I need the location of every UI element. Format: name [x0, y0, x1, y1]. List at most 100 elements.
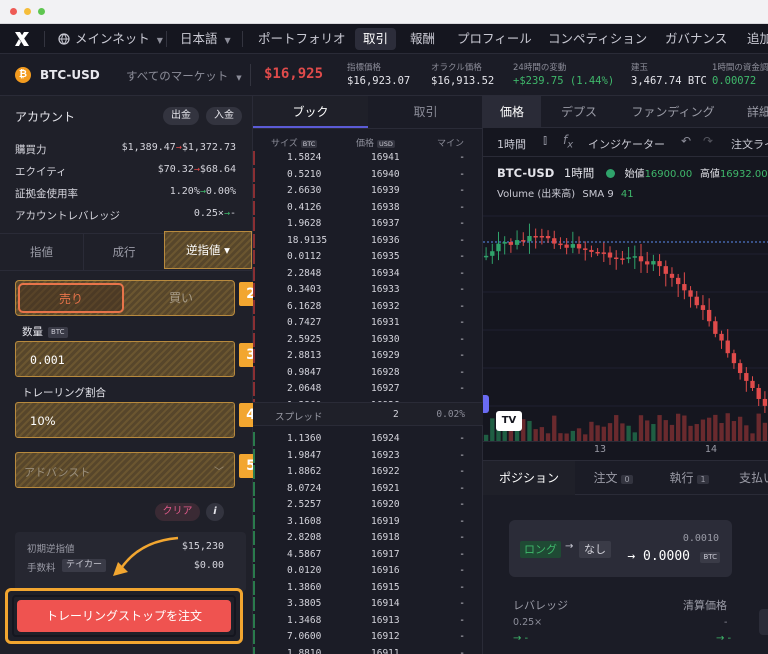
indicators-button[interactable]: インジケーター	[588, 136, 665, 152]
language-selector[interactable]: 日本語 ▼	[180, 24, 231, 54]
tab-book[interactable]: ブック	[253, 96, 368, 128]
tab-orders-label: 注文	[593, 471, 618, 485]
nav-divider	[242, 31, 243, 47]
ask-row[interactable]: 1.9628 16937 -	[253, 216, 483, 233]
bid-row[interactable]: 2.5257 16920 -	[253, 497, 483, 514]
ask-row[interactable]: 0.3403 16933 -	[253, 282, 483, 299]
stat-label: 24時間の変動	[513, 63, 567, 73]
tradingview-logo-icon[interactable]: TV	[496, 411, 522, 431]
col-size-label: サイズ	[271, 139, 298, 149]
bid-row[interactable]: 3.3805 16914 -	[253, 596, 483, 613]
bid-price: 16917	[371, 548, 400, 560]
panel-resize-handle[interactable]	[483, 395, 489, 413]
bid-row[interactable]: 3.1608 16919 -	[253, 514, 483, 531]
bid-row[interactable]: 1.3860 16915 -	[253, 580, 483, 597]
close-window-button[interactable]	[10, 8, 17, 15]
ask-row[interactable]: 6.1628 16932 -	[253, 299, 483, 316]
ask-price: 16932	[371, 300, 400, 312]
bid-row[interactable]: 1.1360 16924 -	[253, 431, 483, 448]
minimize-window-button[interactable]	[24, 8, 31, 15]
ask-price: 16938	[371, 201, 400, 213]
all-markets-dropdown[interactable]: すべてのマーケット ▼	[126, 68, 242, 84]
info-icon[interactable]: i	[206, 503, 224, 521]
bid-row[interactable]: 1.8862 16922 -	[253, 464, 483, 481]
bid-row[interactable]: 1.9847 16923 -	[253, 448, 483, 465]
tab-payments[interactable]: 支払い	[739, 461, 768, 495]
tab-positions[interactable]: ポジション	[483, 461, 575, 495]
ask-price: 16929	[371, 350, 400, 361]
buy-button[interactable]: 買い	[128, 283, 234, 313]
bid-row[interactable]: 1.8810 16911 -	[253, 646, 483, 654]
candle-body	[552, 238, 557, 244]
tab-price[interactable]: 価格	[483, 96, 541, 128]
network-selector[interactable]: メインネット ▼	[75, 24, 163, 54]
bid-row[interactable]: 2.8208 16918 -	[253, 530, 483, 547]
candlestick-chart[interactable]	[483, 196, 768, 441]
volume-bar	[706, 417, 712, 441]
nav-trade[interactable]: 取引	[355, 28, 397, 50]
nav-competition[interactable]: コンペティション	[548, 24, 647, 54]
ask-row[interactable]: 0.7427 16931 -	[253, 315, 483, 332]
tab-orders[interactable]: 注文 0	[575, 461, 651, 495]
candle-body	[744, 373, 749, 381]
deposit-button[interactable]: 入金	[206, 107, 242, 125]
tab-funding[interactable]: ファンディング	[617, 96, 729, 128]
tab-depth[interactable]: デプス	[541, 96, 617, 128]
trailing-percent-input[interactable]: 10%	[15, 402, 235, 438]
withdraw-button[interactable]: 出金	[163, 107, 199, 125]
tab-fills[interactable]: 執行 1	[651, 461, 727, 495]
ask-row[interactable]: 0.9847 16928 -	[253, 365, 483, 382]
tab-market[interactable]: 成行	[84, 234, 164, 270]
market-symbol[interactable]: BTC-USD	[40, 68, 100, 82]
place-trailing-stop-button[interactable]: トレーリングストップを注文	[17, 600, 231, 632]
ask-price: 16931	[371, 317, 400, 328]
ask-size: 1.9628	[287, 218, 322, 229]
bid-row[interactable]: 7.0600 16912 -	[253, 629, 483, 646]
interval-button[interactable]: 1時間	[497, 136, 526, 152]
clear-button[interactable]: クリア	[155, 503, 200, 521]
depth-bar	[253, 167, 255, 182]
tab-limit[interactable]: 指値	[0, 234, 83, 270]
ask-row[interactable]: 2.0648 16927 -	[253, 381, 483, 398]
advanced-dropdown[interactable]: アドバンスト ﹀	[15, 452, 235, 488]
nav-more[interactable]: 追加	[747, 24, 768, 54]
bid-row[interactable]: 4.5867 16917 -	[253, 547, 483, 564]
ask-size: 18.9135	[287, 234, 328, 246]
bid-row[interactable]: 0.0120 16916 -	[253, 563, 483, 580]
ask-row[interactable]: 0.4126 16938 -	[253, 200, 483, 217]
nav-portfolio[interactable]: ポートフォリオ	[258, 24, 346, 54]
nav-profile[interactable]: プロフィール	[457, 24, 532, 54]
ask-size: 0.7427	[287, 317, 322, 328]
bid-row[interactable]: 1.3468 16913 -	[253, 613, 483, 630]
quantity-input[interactable]: 0.001	[15, 341, 235, 377]
bid-row[interactable]: 8.0724 16921 -	[253, 481, 483, 498]
dydx-logo-icon[interactable]	[13, 30, 31, 48]
submit-inner-frame: トレーリングストップを注文	[12, 595, 236, 637]
candle-body	[558, 243, 563, 246]
volume-bar	[694, 424, 699, 441]
tab-stop[interactable]: 逆指値 ▾	[164, 231, 252, 269]
ask-row[interactable]: 2.6630 16939 -	[253, 183, 483, 200]
ask-row[interactable]: 18.9135 16936 -	[253, 233, 483, 250]
ask-row[interactable]: 1.5824 16941 -	[253, 150, 483, 167]
redo-icon[interactable]: ↷	[703, 134, 713, 148]
ask-row[interactable]: 2.2848 16934 -	[253, 266, 483, 283]
sell-button[interactable]: 売り	[18, 283, 124, 313]
ask-row[interactable]: 2.8813 16929 -	[253, 348, 483, 365]
maximize-window-button[interactable]	[38, 8, 45, 15]
undo-icon[interactable]: ↶	[681, 134, 691, 148]
order-lines-button[interactable]: 注文ライン	[731, 136, 768, 152]
stat-value: $16,923.07	[347, 75, 411, 87]
high-label: 高値	[699, 169, 720, 180]
col-price-header: 価格 USD	[356, 136, 395, 149]
ask-row[interactable]: 0.5210 16940 -	[253, 167, 483, 184]
ask-row[interactable]: 0.0112 16935 -	[253, 249, 483, 266]
tab-details[interactable]: 詳細	[729, 96, 768, 128]
nav-rewards[interactable]: 報酬	[410, 24, 435, 54]
candle-type-icon[interactable]: ⫾	[543, 133, 547, 148]
candle-body	[614, 257, 619, 260]
ask-row[interactable]: 2.5925 16930 -	[253, 332, 483, 349]
nav-governance[interactable]: ガバナンス	[665, 24, 727, 54]
tab-trades[interactable]: 取引	[368, 96, 483, 128]
function-icon[interactable]: fx	[563, 133, 573, 150]
